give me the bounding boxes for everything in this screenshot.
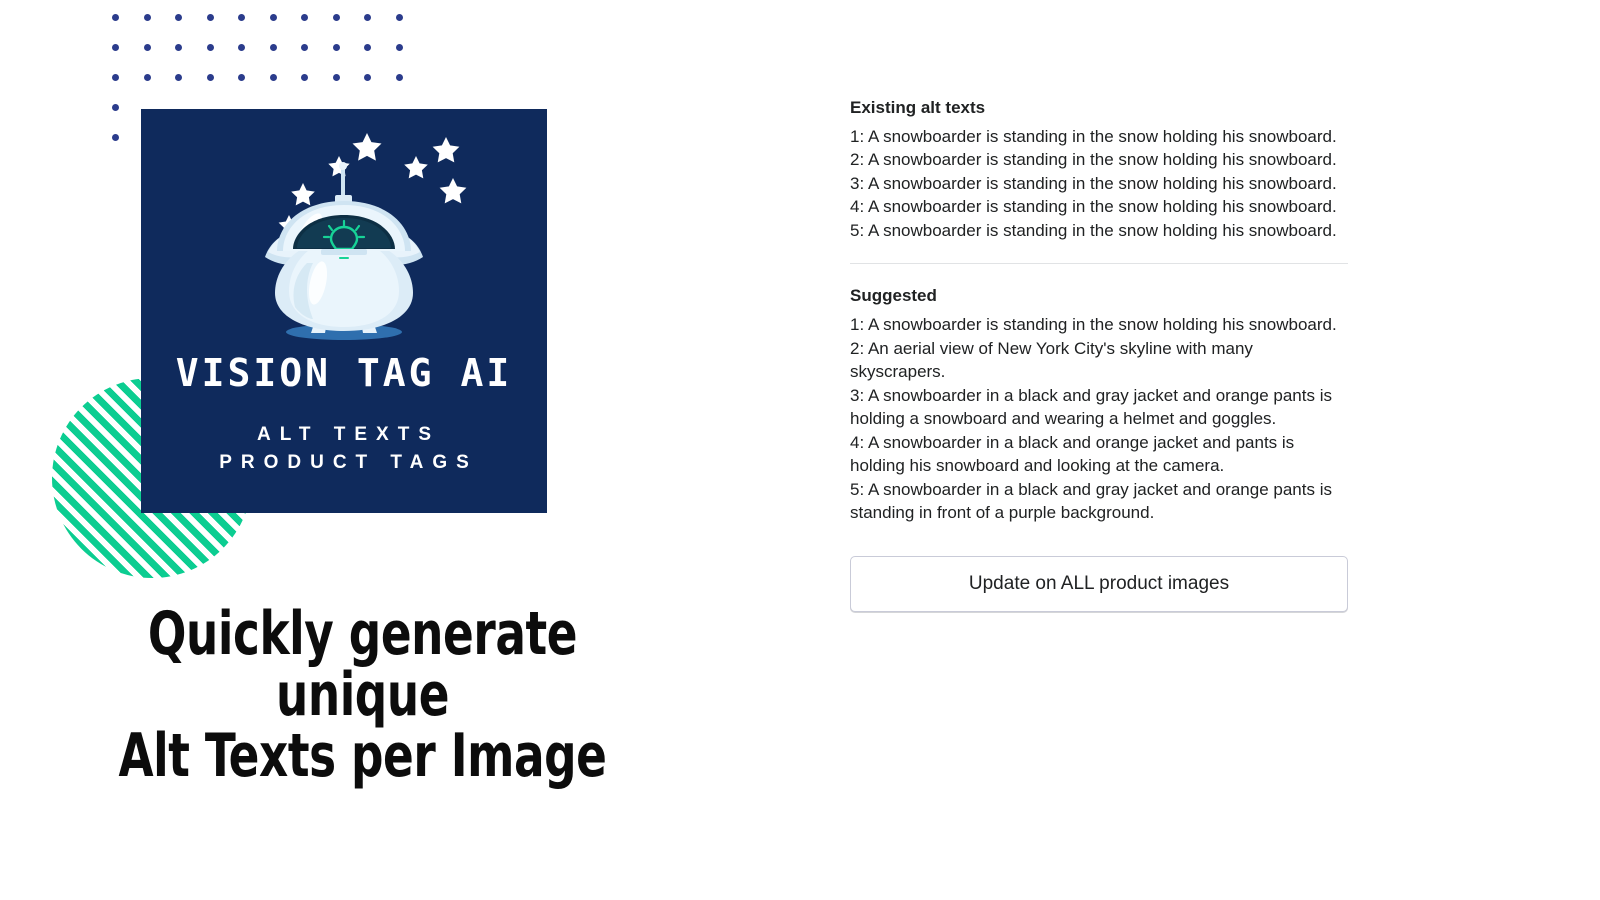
dot-grid-dot	[332, 44, 340, 51]
dot-grid-dot	[206, 74, 214, 81]
list-item: 1: A snowboarder is standing in the snow…	[850, 315, 1337, 335]
dot-grid-dot	[395, 74, 403, 81]
dot-grid-dot	[143, 14, 151, 21]
list-item: 4: A snowboarder in a black and orange j…	[850, 432, 1295, 476]
promo-headline-line-1: Quickly generate unique	[147, 599, 578, 731]
suggested-alt-texts-list: 1: A snowboarder is standing in the snow…	[850, 313, 1348, 525]
dot-grid-dot	[364, 74, 371, 81]
update-all-product-images-button[interactable]: Update on ALL product images	[850, 555, 1348, 612]
dot-grid-dot	[301, 74, 308, 81]
dot-grid-dot	[112, 44, 119, 51]
dot-grid-dot	[112, 74, 119, 81]
dot-grid-dot	[143, 44, 151, 51]
dot-grid-dot	[238, 74, 245, 81]
dot-grid-dot	[332, 74, 340, 81]
dot-grid-dot	[206, 44, 214, 51]
dot-grid-dot	[112, 104, 119, 111]
dot-grid-dot	[395, 14, 403, 21]
dot-grid-dot	[112, 134, 119, 141]
existing-alt-texts-heading: Existing alt texts	[850, 98, 986, 117]
list-item: 1: A snowboarder is standing in the snow…	[850, 126, 1337, 146]
promo-headline: Quickly generate unique Alt Texts per Im…	[92, 599, 634, 792]
card-subtitle-line-1: ALT TEXTS	[256, 424, 441, 445]
dot-grid-dot	[175, 74, 182, 81]
card-subtitle: ALT TEXTS PRODUCT TAGS	[141, 421, 547, 476]
list-item: 2: A snowboarder is standing in the snow…	[850, 150, 1337, 170]
dot-grid-dot	[238, 14, 245, 21]
dot-grid-dot	[364, 44, 371, 51]
alt-text-panel: Existing alt texts 1: A snowboarder is s…	[850, 96, 1348, 612]
dot-grid-dot	[175, 44, 182, 51]
vision-tag-ai-card: VISION TAG AI ALT TEXTS PRODUCT TAGS	[141, 109, 547, 513]
list-item: 5: A snowboarder in a black and gray jac…	[850, 479, 1332, 523]
existing-alt-texts-list: 1: A snowboarder is standing in the snow…	[850, 125, 1348, 243]
dot-grid-dot	[301, 44, 308, 51]
list-item: 3: A snowboarder is standing in the snow…	[850, 173, 1337, 193]
dot-grid-dot	[143, 74, 151, 81]
dot-grid-dot	[269, 74, 277, 81]
dot-grid-dot	[175, 14, 182, 21]
dot-grid-dot	[364, 14, 371, 21]
suggested-alt-texts-heading: Suggested	[850, 286, 937, 306]
dot-grid-dot	[301, 14, 308, 21]
card-title: VISION TAG AI	[175, 351, 513, 395]
list-item: 2: An aerial view of New York City's sky…	[850, 338, 1253, 382]
robot-mascot-icon	[265, 133, 467, 340]
list-item: 4: A snowboarder is standing in the snow…	[850, 197, 1337, 217]
promo-headline-line-2: Alt Texts per Image	[118, 721, 607, 792]
dot-grid-dot	[395, 44, 403, 51]
list-item: 5: A snowboarder is standing in the snow…	[850, 220, 1337, 240]
dot-grid-dot	[269, 44, 277, 51]
dot-grid-dot	[238, 44, 245, 51]
section-divider	[850, 263, 1348, 265]
dot-grid-dot	[206, 14, 214, 21]
list-item: 3: A snowboarder in a black and gray jac…	[850, 385, 1332, 429]
dot-grid-dot	[332, 14, 340, 21]
card-subtitle-line-2: PRODUCT TAGS	[219, 451, 478, 473]
dot-grid-dot	[269, 14, 277, 21]
dot-grid-dot	[112, 14, 119, 21]
promo-panel: VISION TAG AI ALT TEXTS PRODUCT TAGS Qui…	[0, 0, 800, 900]
